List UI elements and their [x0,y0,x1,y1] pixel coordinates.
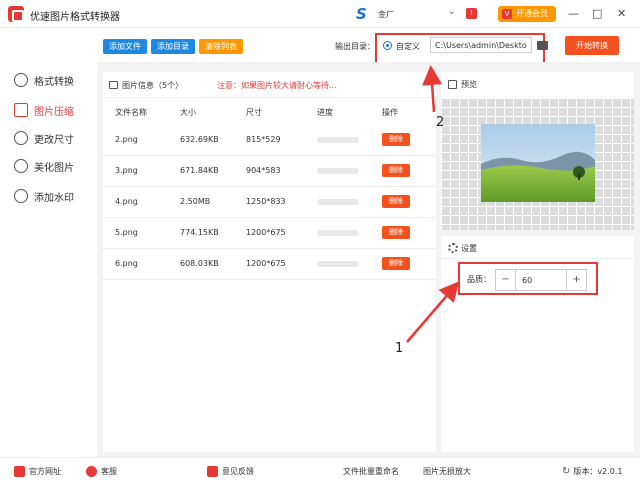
annotation-number-1: 1 [395,341,404,356]
version-label: 版本：v2.0.1 [573,467,623,476]
service-label: 客服 [101,467,117,476]
feedback-label: 意见反馈 [222,467,254,476]
annotation-arrow-1 [406,281,460,343]
batch-rename-link[interactable]: 文件批量重命名 [343,466,399,477]
annotation-number-2: 2 [436,115,445,130]
feedback-link[interactable]: 意见反馈 [207,466,254,477]
website-link[interactable]: 官方网址 [14,466,61,477]
feedback-icon [207,466,218,477]
service-link[interactable]: 客服 [86,466,117,477]
footer: 官方网址 客服 意见反馈 文件批量重命名 图片无损放大 ↻ 版本：v2.0.1 [0,457,640,486]
website-label: 官方网址 [29,467,61,476]
annotation-arrows [406,65,460,343]
version-info[interactable]: ↻ 版本：v2.0.1 [562,466,622,477]
website-icon [14,466,25,477]
lossless-upscale-link[interactable]: 图片无损放大 [423,466,471,477]
service-icon [86,466,97,477]
annotation-arrow-2 [422,65,443,113]
refresh-icon: ↻ [562,466,571,477]
